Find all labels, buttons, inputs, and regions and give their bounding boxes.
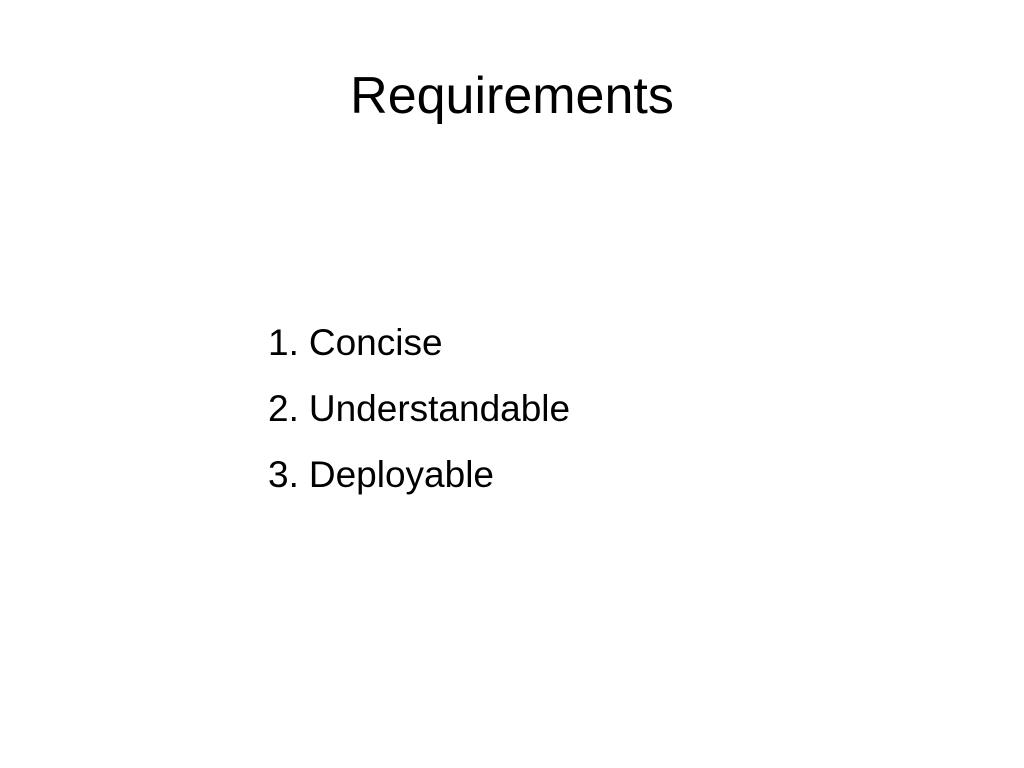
list-item-label: Deployable (308, 454, 494, 495)
slide-title: Requirements (350, 67, 674, 125)
requirements-list: 1. Concise 2. Understandable 3. Deployable (268, 320, 570, 518)
list-item: 3. Deployable (268, 452, 570, 518)
slide: Requirements 1. Concise 2. Understandable … (0, 0, 1024, 768)
list-item-number: 1. (268, 322, 299, 363)
list-item: 2. Understandable (268, 386, 570, 452)
list-item-number: 2. (268, 388, 299, 429)
list-item-label: Understandable (308, 388, 571, 429)
list-item-number: 3. (268, 454, 299, 495)
list-item: 1. Concise (268, 320, 570, 386)
list-item-label: Concise (308, 322, 443, 363)
